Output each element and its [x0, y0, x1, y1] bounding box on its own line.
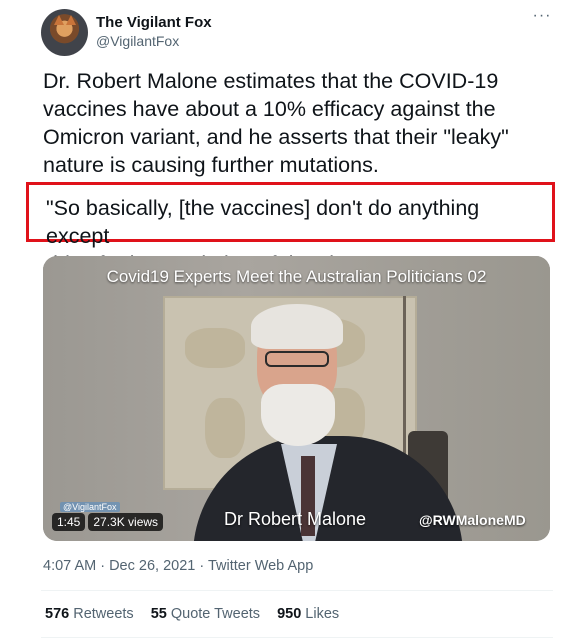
- retweets-label: Retweets: [73, 606, 134, 622]
- tweet-timestamp[interactable]: 4:07 AM · Dec 26, 2021 · Twitter Web App: [43, 558, 313, 574]
- video-duration: 1:45: [52, 513, 86, 531]
- speaker-glasses: [265, 351, 329, 367]
- speaker-beard: [261, 384, 335, 446]
- video-speaker-caption: Dr Robert Malone: [224, 509, 367, 529]
- video-views: 27.3K views: [88, 513, 164, 531]
- author-handle[interactable]: @VigilantFox: [96, 33, 179, 49]
- fox-ear-right: [66, 15, 76, 25]
- more-options-icon[interactable]: ···: [532, 6, 552, 26]
- fox-ear-left: [54, 15, 64, 25]
- highlighted-quote-box: "So basically, [the vaccines] don't do a…: [26, 182, 555, 276]
- author-name[interactable]: The Vigilant Fox: [96, 14, 212, 31]
- retweets-count: 576: [45, 606, 70, 622]
- quote-tweets-count: 55: [150, 606, 167, 622]
- engagement-stats: 576 Retweets 55 Quote Tweets 950 Likes: [45, 606, 339, 622]
- likes-stat[interactable]: 950 Likes: [277, 606, 339, 622]
- tweet-text: Dr. Robert Malone estimates that the COV…: [43, 69, 509, 177]
- video-watermark: @VigilantFox: [60, 502, 120, 512]
- likes-count: 950: [277, 606, 302, 622]
- avatar[interactable]: [41, 9, 88, 56]
- speaker-hair: [251, 304, 343, 349]
- video-player[interactable]: Covid19 Experts Meet the Australian Poli…: [43, 256, 550, 541]
- divider-top: [41, 590, 553, 591]
- video-title: Covid19 Experts Meet the Australian Poli…: [106, 267, 487, 286]
- divider-bottom: [41, 637, 553, 638]
- quote-tweets-stat[interactable]: 55 Quote Tweets: [151, 606, 260, 622]
- video-credit: @RWMaloneMD: [419, 512, 526, 528]
- retweets-stat[interactable]: 576 Retweets: [45, 606, 134, 622]
- quote-tweets-label: Quote Tweets: [170, 606, 261, 622]
- likes-label: Likes: [305, 606, 340, 622]
- video-stats: 1:45 27.3K views: [52, 513, 164, 531]
